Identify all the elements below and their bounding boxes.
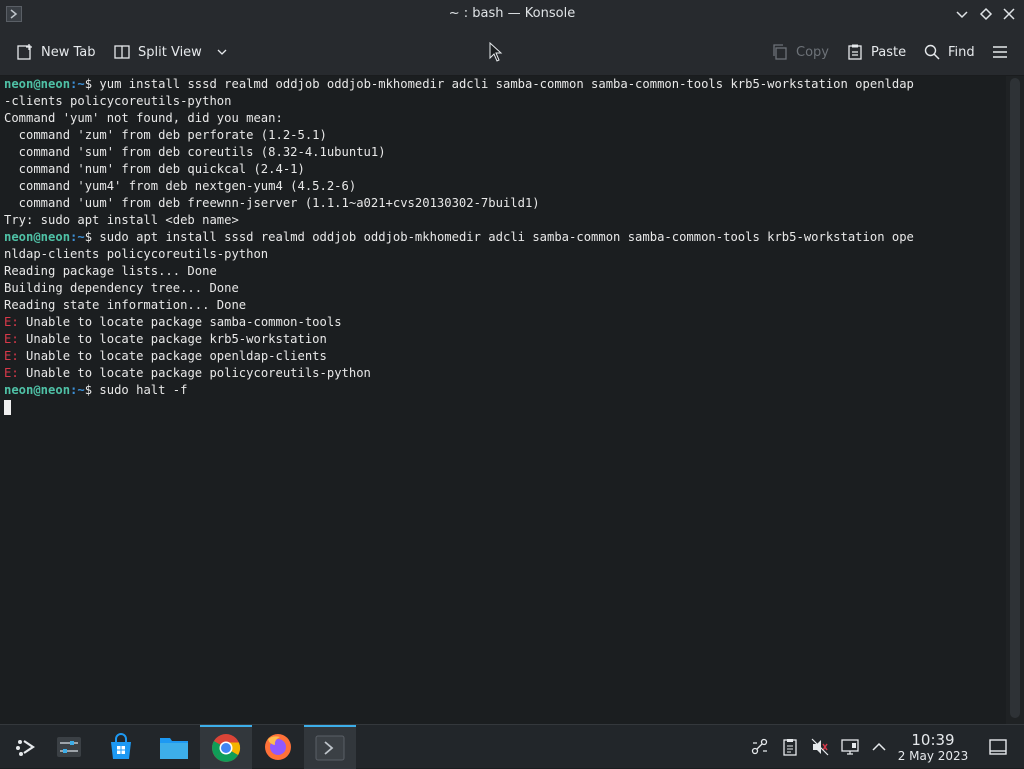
terminal-line: -clients policycoreutils-python	[4, 94, 232, 108]
show-desktop-icon	[989, 739, 1007, 755]
prompt-symbol: $	[84, 383, 100, 397]
paste-icon	[848, 44, 862, 60]
terminal-line: Command 'yum' not found, did you mean:	[4, 111, 283, 125]
error-text: Unable to locate package krb5-workstatio…	[18, 332, 327, 346]
terminal-line	[4, 399, 1006, 416]
text-cursor	[4, 400, 11, 415]
terminal-line: command 'uum' from deb freewnn-jserver (…	[4, 196, 540, 210]
volume-muted-icon[interactable]	[810, 737, 830, 757]
copy-icon	[773, 44, 787, 60]
chevron-up-icon	[872, 742, 886, 751]
task-konsole[interactable]	[304, 725, 356, 769]
task-discover[interactable]	[95, 725, 147, 769]
task-firefox[interactable]	[252, 725, 304, 769]
clock-date: 2 May 2023	[897, 749, 969, 763]
terminal-line: E: Unable to locate package samba-common…	[4, 314, 1006, 331]
terminal-line: E: Unable to locate package openldap-cli…	[4, 348, 1006, 365]
terminal-line: Reading state information... Done	[4, 298, 247, 312]
close-button[interactable]	[1000, 5, 1018, 23]
scrollbar-thumb[interactable]	[1010, 78, 1020, 718]
folder-icon	[160, 738, 188, 759]
paste-button[interactable]: Paste	[846, 38, 906, 66]
hamburger-menu-icon	[993, 46, 1007, 58]
show-desktop-button[interactable]	[988, 737, 1008, 757]
terminal-line: command 'num' from deb quickcal (2.4-1)	[4, 162, 305, 176]
kde-connect-icon[interactable]	[750, 737, 770, 757]
find-label: Find	[948, 44, 975, 60]
maximize-button[interactable]	[977, 5, 995, 23]
clipboard-icon[interactable]	[780, 737, 800, 757]
window-title: ~ : bash — Konsole	[448, 6, 576, 21]
search-icon	[924, 44, 940, 60]
terminal-line: command 'sum' from deb coreutils (8.32-4…	[4, 145, 386, 159]
prompt-user: neon@neon	[4, 230, 71, 244]
command-text: sudo halt -f	[99, 383, 188, 397]
new-tab-button[interactable]: New Tab	[16, 38, 96, 66]
terminal-output[interactable]: neon@neon:~$ yum install sssd realmd odd…	[0, 76, 1006, 724]
find-button[interactable]: Find	[923, 38, 975, 66]
chrome-icon	[212, 734, 241, 762]
error-prefix: E:	[4, 366, 19, 380]
prompt-path: :~	[70, 77, 85, 91]
split-view-icon	[114, 45, 130, 59]
new-tab-icon	[17, 44, 32, 60]
terminal-line: Try: sudo apt install <deb name>	[4, 213, 239, 227]
mouse-pointer-icon	[489, 41, 503, 67]
clock-time: 10:39	[911, 731, 955, 749]
close-icon	[1003, 8, 1015, 20]
error-prefix: E:	[4, 315, 19, 329]
task-system-settings[interactable]	[43, 725, 95, 769]
error-prefix: E:	[4, 349, 19, 363]
toolbar: New Tab Split View Copy Paste Find	[0, 28, 1024, 76]
task-dolphin[interactable]	[148, 725, 200, 769]
split-view-label: Split View	[138, 44, 202, 60]
prompt-user: neon@neon	[4, 77, 71, 91]
terminal-line: E: Unable to locate package policycoreut…	[4, 365, 1006, 382]
firefox-icon	[265, 734, 291, 760]
terminal-line: command 'zum' from deb perforate (1.2-5.…	[4, 128, 327, 142]
terminal-line: neon@neon:~$ sudo halt -f	[4, 382, 1006, 399]
network-icon[interactable]	[840, 737, 860, 757]
prompt-symbol: $	[84, 77, 100, 91]
taskbar: 10:39 2 May 2023	[0, 724, 1024, 769]
hamburger-menu-button[interactable]	[991, 38, 1009, 66]
terminal-line: nldap-clients policycoreutils-python	[4, 247, 269, 261]
command-text: yum install sssd realmd oddjob oddjob-mk…	[99, 77, 914, 91]
error-text: Unable to locate package policycoreutils…	[18, 366, 371, 380]
diamond-icon	[979, 7, 993, 21]
new-tab-label: New Tab	[41, 44, 96, 60]
terminal-line: neon@neon:~$ sudo apt install sssd realm…	[4, 229, 1006, 246]
prompt-path: :~	[70, 230, 85, 244]
error-prefix: E:	[4, 332, 19, 346]
show-hidden-icons-button[interactable]	[869, 737, 889, 757]
split-view-button[interactable]: Split View	[113, 38, 229, 66]
system-settings-icon	[57, 737, 81, 757]
terminal-scrollbar[interactable]	[1006, 76, 1024, 724]
prompt-symbol: $	[84, 230, 100, 244]
copy-label: Copy	[796, 44, 829, 60]
terminal-line: neon@neon:~$ yum install sssd realmd odd…	[4, 76, 1006, 93]
error-text: Unable to locate package openldap-client…	[18, 349, 327, 363]
terminal-line: command 'yum4' from deb nextgen-yum4 (4.…	[4, 179, 357, 193]
chevron-down-icon	[217, 49, 227, 55]
copy-button[interactable]: Copy	[771, 38, 829, 66]
konsole-icon	[315, 735, 345, 761]
task-chrome[interactable]	[200, 725, 252, 769]
minimize-button[interactable]	[953, 5, 971, 23]
digital-clock[interactable]: 10:39 2 May 2023	[893, 731, 973, 764]
terminal-line: Reading package lists... Done	[4, 264, 217, 278]
paste-label: Paste	[871, 44, 907, 60]
neon-launcher-icon	[16, 740, 35, 756]
prompt-user: neon@neon	[4, 383, 71, 397]
prompt-path: :~	[70, 383, 85, 397]
command-text: sudo apt install sssd realmd oddjob oddj…	[99, 230, 914, 244]
chevron-down-icon	[956, 11, 968, 19]
discover-store-icon	[111, 733, 131, 759]
title-bar: ~ : bash — Konsole	[0, 0, 1024, 28]
terminal-line: E: Unable to locate package krb5-worksta…	[4, 331, 1006, 348]
terminal-line: Building dependency tree... Done	[4, 281, 239, 295]
error-text: Unable to locate package samba-common-to…	[18, 315, 342, 329]
